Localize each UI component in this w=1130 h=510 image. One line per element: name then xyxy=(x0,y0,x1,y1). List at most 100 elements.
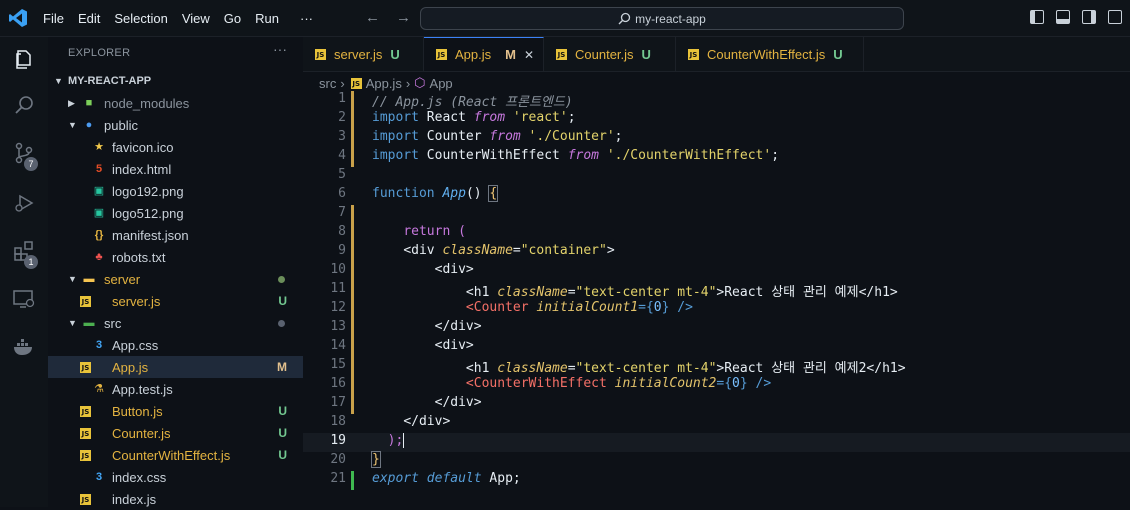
star-icon: ★ xyxy=(94,141,104,153)
toggle-panel-icon[interactable] xyxy=(1056,10,1070,24)
tree-item[interactable]: ▣ logo192.png xyxy=(48,180,303,202)
code-token: } xyxy=(371,451,381,468)
code-token: < xyxy=(465,376,474,391)
tree-item[interactable]: ▼ ▬ server xyxy=(48,268,303,290)
code-token: React xyxy=(418,110,474,125)
close-icon[interactable]: ✕ xyxy=(524,48,534,62)
tree-item-label: logo192.png xyxy=(112,183,184,199)
line-number: 14 xyxy=(330,338,346,353)
line-number: 8 xyxy=(338,224,346,239)
js-icon: JS xyxy=(80,361,91,373)
toggle-primary-sidebar-icon[interactable] xyxy=(1030,10,1044,24)
line-number: 16 xyxy=(330,376,346,391)
title-bar: File Edit Selection View Go Run ··· ← → m… xyxy=(0,0,1130,37)
menu-selection[interactable]: Selection xyxy=(114,11,167,26)
tree-item[interactable]: ▼ ▬ src xyxy=(48,312,303,334)
tree-item[interactable]: 5 index.html xyxy=(48,158,303,180)
code-line: 20} xyxy=(303,451,1130,471)
tree-item[interactable]: ⚗ App.test.js xyxy=(48,378,303,400)
breadcrumb-src[interactable]: src xyxy=(319,76,336,91)
tree-item-label: App.js xyxy=(112,359,149,375)
tree-item[interactable]: JS Counter.js U xyxy=(48,422,303,444)
command-center-search[interactable]: my-react-app xyxy=(420,7,904,30)
tab-label: server.js xyxy=(334,46,383,62)
tree-item[interactable]: 3 index.css xyxy=(48,466,303,488)
tree-item[interactable]: JS Button.js U xyxy=(48,400,303,422)
code-token: from xyxy=(489,129,521,144)
js-icon: JS xyxy=(80,405,91,417)
code-token: export xyxy=(372,471,419,486)
line-number: 1 xyxy=(338,91,346,106)
menu-go[interactable]: Go xyxy=(224,11,241,26)
untracked-dot xyxy=(278,276,285,283)
image-icon: ▣ xyxy=(93,207,105,219)
tree-item[interactable]: {} manifest.json xyxy=(48,224,303,246)
chevron-right-icon: ▶ xyxy=(68,97,75,108)
code-line: 10 <div> xyxy=(303,262,1130,281)
code-token: App xyxy=(434,186,466,201)
menu-more[interactable]: ··· xyxy=(300,11,313,26)
git-status-badge: U xyxy=(278,294,287,308)
chevron-down-icon: ▼ xyxy=(54,76,63,86)
modified-dot xyxy=(278,320,285,327)
menu-run[interactable]: Run xyxy=(255,11,279,26)
line-number: 18 xyxy=(330,414,346,429)
code-token: className xyxy=(497,285,568,300)
tree-item[interactable]: JS server.js U xyxy=(48,290,303,312)
tree-item[interactable]: ♣ robots.txt xyxy=(48,246,303,268)
tree-item[interactable]: ★ favicon.ico xyxy=(48,136,303,158)
tree-item-label: server.js xyxy=(112,293,161,309)
tree-item[interactable]: ▶ ■ node_modules xyxy=(48,92,303,114)
tree-item-selected[interactable]: JS App.js M xyxy=(48,356,303,378)
tab-counter-js[interactable]: JS Counter.js U xyxy=(544,37,676,71)
run-debug-icon[interactable] xyxy=(12,191,36,215)
customize-layout-icon[interactable] xyxy=(1108,10,1122,24)
code-token: ; xyxy=(512,471,521,486)
code-token: ); xyxy=(387,433,404,448)
chevron-down-icon: ▼ xyxy=(68,274,77,284)
code-token: className xyxy=(497,361,568,376)
tree-item[interactable]: 3 App.css xyxy=(48,334,303,356)
tree-item[interactable]: ▣ logo512.png xyxy=(48,202,303,224)
breadcrumb-symbol[interactable]: App xyxy=(430,76,453,91)
toggle-secondary-sidebar-icon[interactable] xyxy=(1082,10,1096,24)
code-token: <h1 xyxy=(465,285,498,300)
forward-arrow-icon[interactable]: → xyxy=(396,9,411,26)
code-token: Counter xyxy=(418,129,490,144)
tree-item[interactable]: JS CounterWithEffect.js U xyxy=(48,444,303,466)
code-token: import xyxy=(372,110,419,125)
line-number: 21 xyxy=(330,471,346,486)
tab-counterwitheffect-js[interactable]: JS CounterWithEffect.js U xyxy=(676,37,864,71)
code-token: 'react' xyxy=(505,110,568,125)
code-token: className xyxy=(442,243,513,258)
js-icon: JS xyxy=(80,427,91,439)
tab-server-js[interactable]: JS server.js U xyxy=(303,37,424,71)
search-icon[interactable] xyxy=(12,93,36,117)
tree-item-label: public xyxy=(104,117,138,133)
search-icon xyxy=(618,12,631,25)
tab-app-js[interactable]: JS App.js M ✕ xyxy=(424,37,544,71)
explorer-files-icon[interactable] xyxy=(12,47,36,71)
code-token: ={ xyxy=(716,376,733,391)
js-icon: JS xyxy=(436,49,447,60)
explorer-more-button[interactable]: ··· xyxy=(273,41,287,57)
code-token: = xyxy=(512,243,521,258)
remote-explorer-icon[interactable] xyxy=(12,287,36,311)
menu-view[interactable]: View xyxy=(182,11,210,26)
code-line: 18 </div> xyxy=(303,414,1130,433)
code-token: </div> xyxy=(403,414,451,429)
menu-edit[interactable]: Edit xyxy=(78,11,100,26)
layout-controls xyxy=(1030,10,1122,24)
code-line: 21 export default App; xyxy=(303,471,1130,490)
line-number: 5 xyxy=(338,167,346,182)
js-icon: JS xyxy=(688,48,699,60)
menu-file[interactable]: File xyxy=(43,11,64,26)
breadcrumb-file[interactable]: App.js xyxy=(366,76,402,91)
code-line: 11 <h1 className="text-center mt-4">Reac… xyxy=(303,281,1130,300)
tree-root[interactable]: ▼ MY-REACT-APP xyxy=(48,70,303,92)
tree-item-label: Counter.js xyxy=(112,425,171,441)
back-arrow-icon[interactable]: ← xyxy=(365,9,380,26)
tree-item[interactable]: ▼ ● public xyxy=(48,114,303,136)
vscode-logo-icon[interactable] xyxy=(8,8,28,28)
docker-icon[interactable] xyxy=(12,335,36,359)
